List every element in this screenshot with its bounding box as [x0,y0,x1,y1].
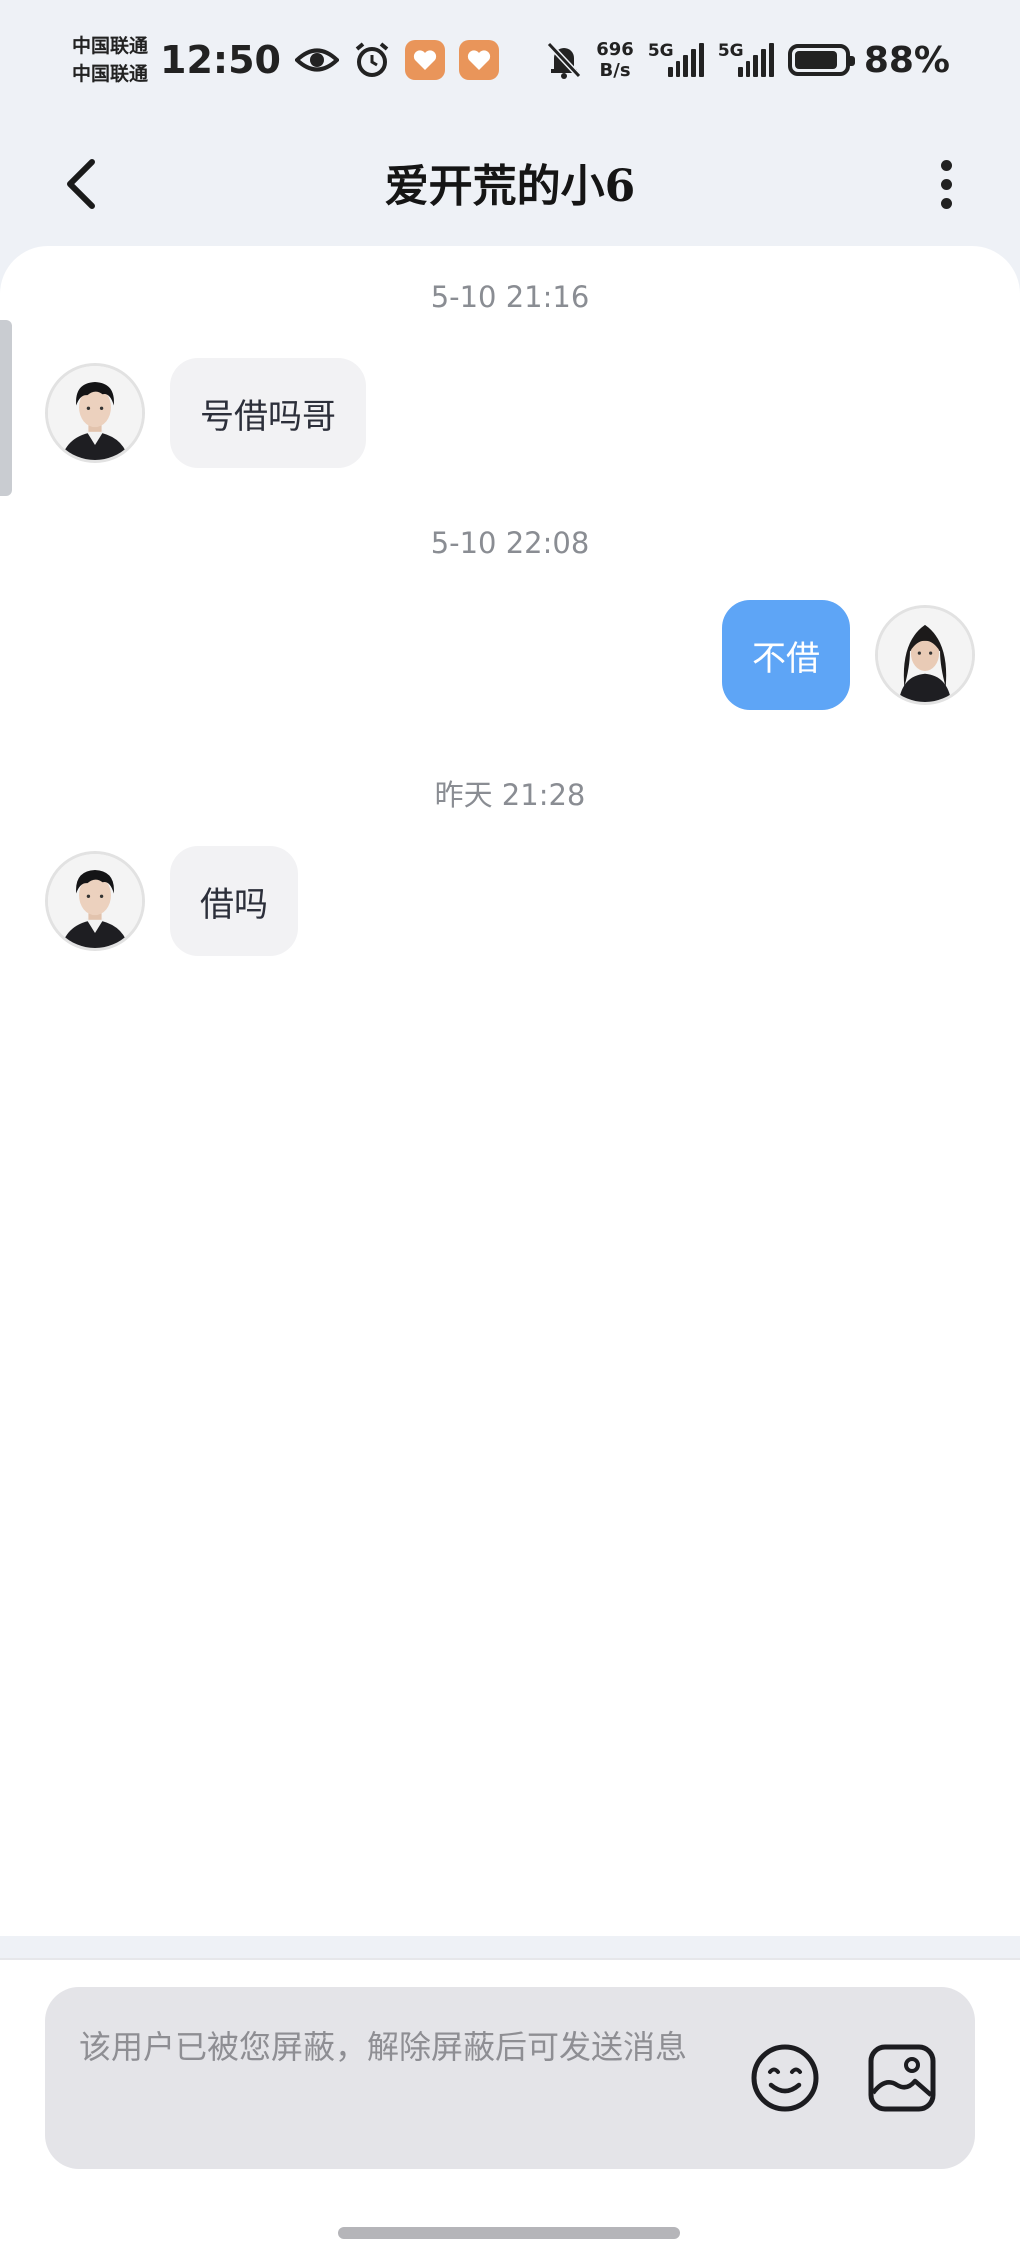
battery-icon [787,44,855,76]
message-row: 号借吗哥 [0,358,1020,468]
status-bar: 中国联通 中国联通 12:50 696 B/s 5G 5G 88% [0,0,1020,120]
network-type-2: 5G [717,41,744,61]
carrier-2: 中国联通 [72,63,149,85]
incoming-message-bubble[interactable]: 号借吗哥 [170,358,366,468]
message-list[interactable]: 5-10 21:16 号借吗哥 5-10 22:08 不借 昨天 21:28 借… [0,246,1020,1936]
carrier-labels: 中国联通 中国联通 [72,32,148,88]
network-speed: 696 B/s [596,39,634,81]
blocked-notice: 该用户已被您屏蔽，解除屏蔽后可发送消息 [79,2028,688,2066]
my-avatar[interactable] [875,605,975,705]
outgoing-message-bubble[interactable]: 不借 [722,600,850,710]
signal-icon: 5G [717,41,774,77]
home-indicator[interactable] [338,2227,680,2239]
message-timestamp: 昨天 21:28 [434,778,586,812]
network-type-1: 5G [647,41,674,61]
heart-app-icon [404,40,445,80]
message-timestamp: 5-10 22:08 [430,526,590,560]
message-row: 借吗 [0,846,1020,956]
clock: 12:50 [160,38,281,82]
carrier-1: 中国联通 [72,35,149,57]
emoji-button[interactable] [748,2041,822,2115]
message-input[interactable]: 该用户已被您屏蔽，解除屏蔽后可发送消息 [45,1987,975,2169]
message-input-area: 该用户已被您屏蔽，解除屏蔽后可发送消息 [0,1958,1020,2259]
alarm-clock-icon [355,42,389,77]
eye-icon [294,48,339,72]
incoming-message-bubble[interactable]: 借吗 [170,846,298,956]
more-vertical-icon [940,159,952,171]
message-row: 不借 [0,600,1020,710]
net-speed-value: 696 [596,39,634,60]
image-icon [868,2044,936,2112]
signal-icon: 5G [647,41,704,77]
net-speed-unit: B/s [599,60,631,81]
chat-header: 爱开荒的小6 [0,120,1020,248]
contact-avatar[interactable] [45,363,145,463]
contact-avatar[interactable] [45,851,145,951]
page-title: 爱开荒的小6 [384,161,636,212]
message-timestamp: 5-10 21:16 [430,280,590,314]
battery-percent: 88% [863,39,950,81]
image-button[interactable] [865,2041,939,2115]
heart-app-icon [458,40,499,80]
bell-muted-icon [547,41,582,79]
smiley-icon [751,2044,819,2112]
more-options-button[interactable] [924,156,968,212]
